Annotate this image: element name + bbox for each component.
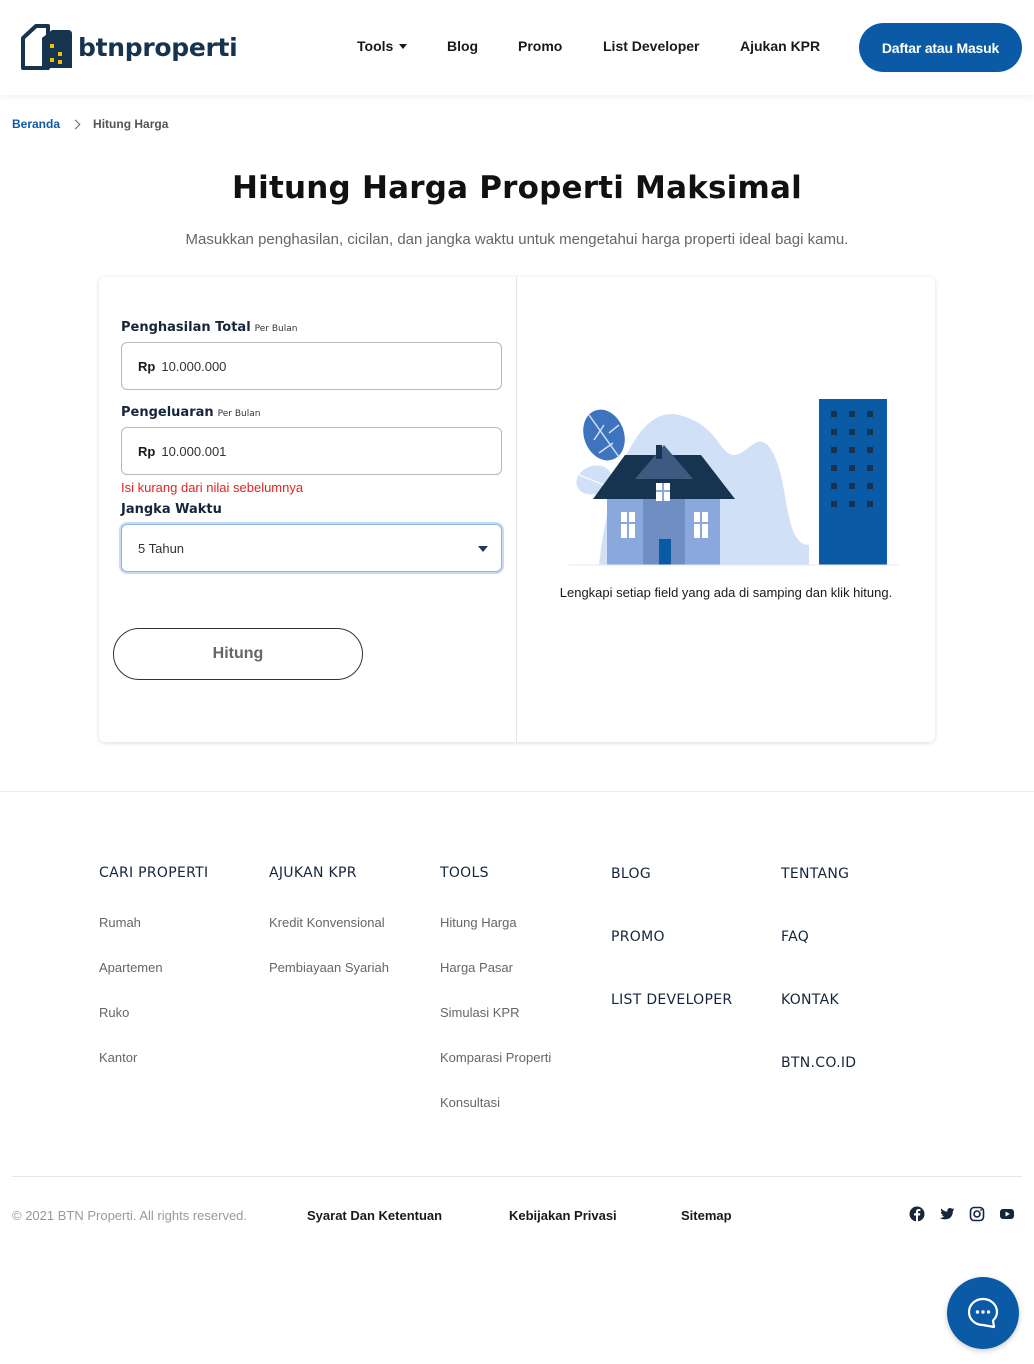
result-hint: Lengkapi setiap field yang ada di sampin…: [559, 585, 893, 600]
expense-value: 10.000.001: [161, 443, 227, 459]
page-title: Hitung Harga Properti Maksimal: [232, 170, 802, 206]
logo[interactable]: btnproperti: [20, 24, 238, 70]
footer-link-blog[interactable]: BLOG: [611, 866, 651, 882]
calculate-button[interactable]: Hitung: [113, 628, 363, 680]
chevron-down-icon: [399, 43, 408, 49]
logo-text: btnproperti: [78, 32, 238, 62]
footer-link-kantor[interactable]: Kantor: [99, 1050, 137, 1065]
footer-link-harga-pasar[interactable]: Harga Pasar: [440, 960, 513, 975]
footer-heading-cari-properti: CARI PROPERTI: [99, 865, 209, 881]
footer-link-konsultasi[interactable]: Konsultasi: [440, 1095, 500, 1110]
footer-link-terms[interactable]: Syarat Dan Ketentuan: [307, 1208, 442, 1223]
chat-bubble-icon: [967, 1297, 999, 1329]
expense-input[interactable]: Rp 10.000.001: [121, 427, 502, 475]
site-header: btnproperti Tools Blog Promo List Develo…: [0, 0, 1034, 95]
nav-tools[interactable]: Tools: [357, 38, 408, 54]
expense-label: Pengeluaran Per Bulan: [121, 405, 260, 420]
income-input[interactable]: Rp 10.000.000: [121, 342, 502, 390]
income-value: 10.000.000: [161, 358, 227, 374]
footer-link-faq[interactable]: FAQ: [781, 929, 809, 945]
income-label-text: Penghasilan Total: [121, 320, 251, 335]
youtube-icon[interactable]: [999, 1206, 1015, 1222]
term-label: Jangka Waktu: [121, 502, 222, 517]
footer-link-pembiayaan-syariah[interactable]: Pembiayaan Syariah: [269, 960, 389, 975]
income-currency-prefix: Rp: [138, 358, 156, 374]
footer-link-list-developer[interactable]: LIST DEVELOPER: [611, 992, 732, 1008]
breadcrumb-home-link[interactable]: Beranda: [12, 117, 60, 131]
twitter-icon[interactable]: [939, 1206, 955, 1222]
nav-promo[interactable]: Promo: [518, 38, 562, 54]
nav-list-developer[interactable]: List Developer: [603, 38, 699, 54]
footer-link-ruko[interactable]: Ruko: [99, 1005, 129, 1020]
breadcrumb-current: Hitung Harga: [93, 117, 169, 131]
income-label: Penghasilan Total Per Bulan: [121, 320, 297, 335]
expense-error-message: Isi kurang dari nilai sebelumnya: [121, 480, 304, 495]
footer-link-rumah[interactable]: Rumah: [99, 915, 141, 930]
footer-link-kontak[interactable]: KONTAK: [781, 992, 839, 1008]
footer-bottom-divider: [12, 1176, 1022, 1177]
expense-sublabel: Per Bulan: [217, 409, 261, 419]
copyright-text: © 2021 BTN Properti. All rights reserved…: [12, 1208, 248, 1223]
instagram-icon[interactable]: [969, 1206, 985, 1222]
footer-link-hitung-harga[interactable]: Hitung Harga: [440, 915, 517, 930]
footer-link-apartemen[interactable]: Apartemen: [99, 960, 163, 975]
term-selected-value: 5 Tahun: [138, 540, 185, 556]
footer-heading-ajukan-kpr: AJUKAN KPR: [269, 865, 357, 881]
chevron-right-icon: [70, 119, 81, 129]
login-register-button[interactable]: Daftar atau Masuk: [859, 23, 1022, 72]
footer-link-kredit-konvensional[interactable]: Kredit Konvensional: [269, 915, 385, 930]
facebook-icon[interactable]: [909, 1206, 925, 1222]
footer-link-promo[interactable]: PROMO: [611, 929, 665, 945]
term-label-text: Jangka Waktu: [121, 502, 222, 517]
expense-label-text: Pengeluaran: [121, 405, 214, 420]
breadcrumb: Beranda Hitung Harga: [12, 117, 168, 131]
footer-link-btn-co-id[interactable]: BTN.CO.ID: [781, 1055, 856, 1071]
footer-link-simulasi-kpr[interactable]: Simulasi KPR: [440, 1005, 519, 1020]
nav-blog[interactable]: Blog: [447, 38, 478, 54]
footer-link-komparasi-properti[interactable]: Komparasi Properti: [440, 1050, 551, 1065]
calculator-card: Penghasilan Total Per Bulan Rp 10.000.000…: [99, 277, 935, 742]
logo-house-icon: [21, 24, 72, 70]
expense-currency-prefix: Rp: [138, 443, 156, 459]
footer-heading-tools: TOOLS: [440, 865, 489, 881]
nav-ajukan-kpr[interactable]: Ajukan KPR: [740, 38, 820, 54]
chat-button[interactable]: [947, 1277, 1019, 1349]
house-building-illustration: [569, 399, 899, 566]
footer-link-privacy[interactable]: Kebijakan Privasi: [509, 1208, 617, 1223]
income-sublabel: Per Bulan: [254, 324, 298, 334]
dropdown-caret-icon: [478, 546, 488, 552]
footer-divider: [0, 791, 1034, 792]
nav-tools-label: Tools: [357, 38, 394, 54]
footer-link-sitemap[interactable]: Sitemap: [681, 1208, 732, 1223]
footer-link-tentang[interactable]: TENTANG: [781, 866, 849, 882]
card-divider: [516, 277, 517, 742]
page-subtitle: Masukkan penghasilan, cicilan, dan jangk…: [185, 231, 849, 248]
term-select[interactable]: 5 Tahun: [121, 524, 502, 572]
